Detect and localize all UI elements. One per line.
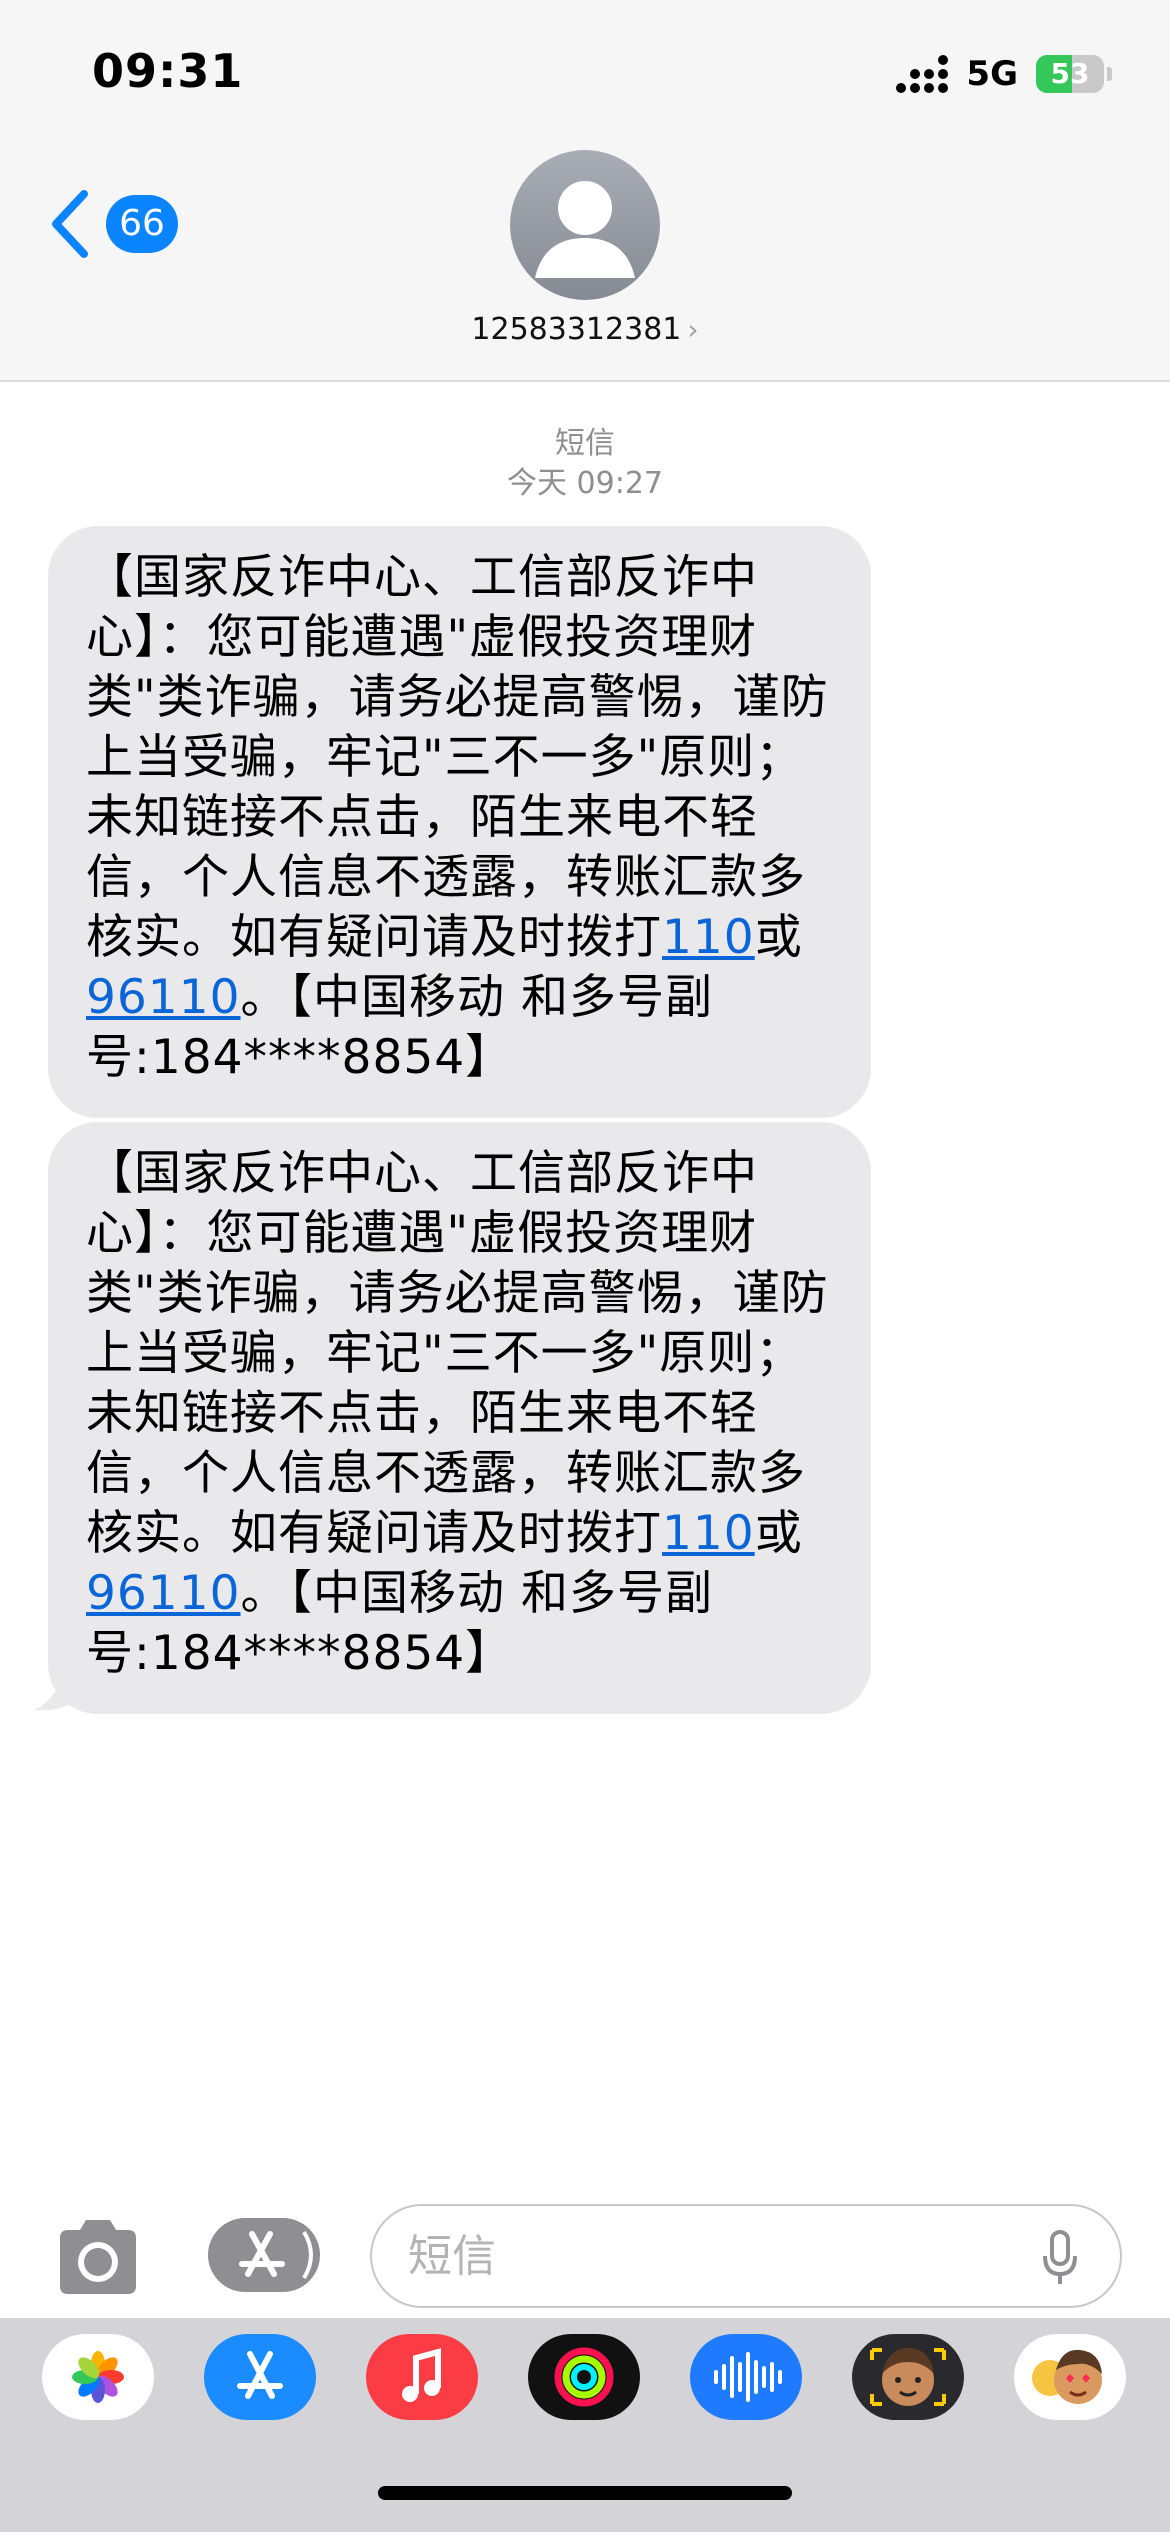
- message-input[interactable]: [370, 2204, 1122, 2308]
- contact-avatar[interactable]: [510, 150, 660, 300]
- person-icon: [535, 181, 635, 278]
- contact-name-button[interactable]: 12583312381 ›: [0, 312, 1170, 347]
- contact-number: 12583312381: [471, 312, 682, 347]
- chevron-left-icon: [52, 190, 88, 258]
- photos-icon[interactable]: [42, 2334, 154, 2420]
- compose-bar: [0, 2200, 1170, 2310]
- message-bubble[interactable]: 【国家反诈中心、工信部反诈中心】：您可能遭遇"虚假投资理财类"类诈骗，请务必提高…: [48, 526, 871, 1118]
- memoji-emoji-icon[interactable]: [1014, 2334, 1126, 2420]
- apps-button[interactable]: [208, 2218, 320, 2292]
- voice-memos-icon[interactable]: [690, 2334, 802, 2420]
- message-text: 或: [754, 910, 803, 965]
- memoji-sticker-icon[interactable]: [852, 2334, 964, 2420]
- unread-count-badge: 66: [106, 195, 178, 253]
- message-text: 【国家反诈中心、工信部反诈中心】：您可能遭遇"虚假投资理财类"类诈骗，请务必提高…: [86, 1146, 829, 1561]
- music-icon[interactable]: [366, 2334, 478, 2420]
- service-label: 短信: [555, 426, 615, 461]
- camera-icon[interactable]: [52, 2218, 144, 2296]
- message-text: 【国家反诈中心、工信部反诈中心】：您可能遭遇"虚假投资理财类"类诈骗，请务必提高…: [86, 550, 829, 965]
- phone-link[interactable]: 96110: [86, 1566, 241, 1621]
- phone-link[interactable]: 96110: [86, 970, 241, 1025]
- battery-cap: [1107, 67, 1112, 81]
- message-text: 或: [754, 1506, 803, 1561]
- message-timestamp: 今天 09:27: [507, 466, 663, 501]
- home-indicator[interactable]: [378, 2486, 792, 2500]
- app-store-icon[interactable]: [204, 2334, 316, 2420]
- battery-icon: 53: [1036, 55, 1104, 93]
- chevron-right-icon: ›: [687, 313, 699, 346]
- back-button[interactable]: 66: [44, 186, 178, 262]
- network-type: 5G: [966, 54, 1018, 94]
- phone-link[interactable]: 110: [662, 1506, 755, 1561]
- bubble-tail: [34, 1654, 86, 1711]
- fitness-icon[interactable]: [528, 2334, 640, 2420]
- app-store-icon: [239, 2230, 313, 2280]
- battery-percentage: 53: [1050, 57, 1090, 90]
- phone-link[interactable]: 110: [662, 910, 755, 965]
- status-indicators: 5G 53: [896, 52, 1112, 96]
- microphone-icon[interactable]: [1042, 2230, 1078, 2286]
- status-time: 09:31: [92, 44, 244, 98]
- message-bubble[interactable]: 【国家反诈中心、工信部反诈中心】：您可能遭遇"虚假投资理财类"类诈骗，请务必提高…: [48, 1122, 871, 1714]
- cellular-signal-icon: [896, 55, 949, 93]
- conversation-header: 09:31 5G 53 66 12583312381 ›: [0, 0, 1170, 382]
